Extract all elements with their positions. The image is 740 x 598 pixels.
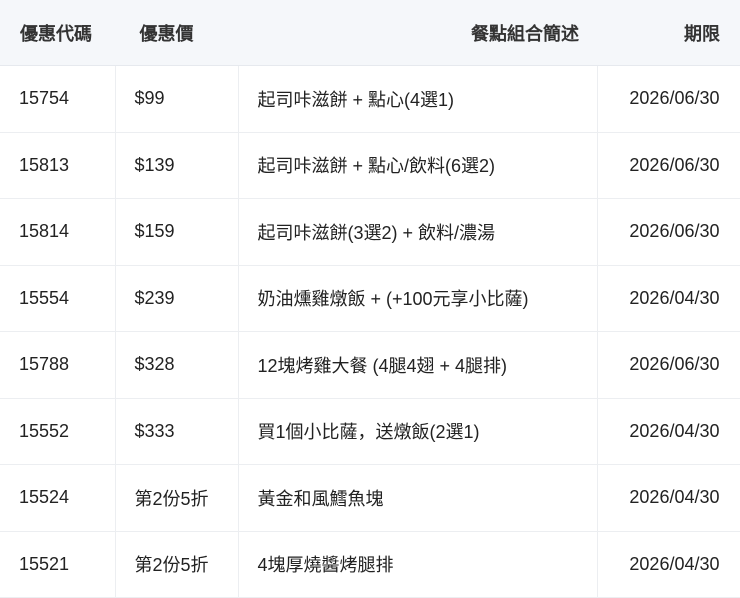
coupon-code: 15788 (0, 331, 116, 399)
coupon-code: 15552 (0, 398, 116, 465)
header-code: 優惠代碼 (0, 0, 115, 66)
expiry-date: 2026/06/30 (596, 331, 740, 399)
meal-description: 4塊厚燒醬烤腿排 (237, 531, 598, 598)
coupon-table: 優惠代碼 優惠價 餐點組合簡述 期限 15754 $99 起司咔滋餅 + 點心(4選… (0, 0, 740, 598)
coupon-code: 15524 (0, 464, 116, 532)
table-row: 15552 $333 買1個小比薩，送燉飯(2選1) 2026/04/30 (0, 398, 740, 465)
expiry-date: 2026/04/30 (596, 531, 740, 598)
coupon-code: 15813 (0, 132, 116, 199)
coupon-price: $139 (114, 132, 239, 199)
coupon-price: $99 (114, 65, 239, 133)
meal-description: 黃金和風鱈魚塊 (237, 464, 598, 532)
coupon-price: 第2份5折 (114, 531, 239, 598)
expiry-date: 2026/04/30 (596, 398, 740, 465)
meal-description: 12塊烤雞大餐 (4腿4翅 + 4腿排) (237, 331, 598, 399)
table-row: 15788 $328 12塊烤雞大餐 (4腿4翅 + 4腿排) 2026/06/30 (0, 331, 740, 399)
expiry-date: 2026/04/30 (596, 265, 740, 332)
header-row: 優惠代碼 優惠價 餐點組合簡述 期限 (0, 0, 740, 66)
coupon-code: 15814 (0, 198, 116, 266)
table-row: 15813 $139 起司咔滋餅 + 點心/飲料(6選2) 2026/06/30 (0, 132, 740, 199)
table-row: 15524 第2份5折 黃金和風鱈魚塊 2026/04/30 (0, 464, 740, 532)
coupon-price: $159 (114, 198, 239, 266)
meal-description: 奶油燻雞燉飯 + (+100元享小比薩) (237, 265, 598, 332)
meal-description: 起司咔滋餅(3選2) + 飲料/濃湯 (237, 198, 598, 266)
coupon-code: 15754 (0, 65, 116, 133)
expiry-date: 2026/06/30 (596, 198, 740, 266)
meal-description: 起司咔滋餅 + 點心(4選1) (237, 65, 598, 133)
table-row: 15754 $99 起司咔滋餅 + 點心(4選1) 2026/06/30 (0, 65, 740, 133)
meal-description: 買1個小比薩，送燉飯(2選1) (237, 398, 598, 465)
expiry-date: 2026/04/30 (596, 464, 740, 532)
coupon-code: 15521 (0, 531, 116, 598)
expiry-date: 2026/06/30 (596, 132, 740, 199)
header-expiry: 期限 (597, 0, 740, 66)
coupon-price: 第2份5折 (114, 464, 239, 532)
header-price: 優惠價 (115, 0, 238, 66)
coupon-code: 15554 (0, 265, 116, 332)
coupon-price: $239 (114, 265, 239, 332)
meal-description: 起司咔滋餅 + 點心/飲料(6選2) (237, 132, 598, 199)
expiry-date: 2026/06/30 (596, 65, 740, 133)
table-row: 15814 $159 起司咔滋餅(3選2) + 飲料/濃湯 2026/06/30 (0, 198, 740, 266)
coupon-price: $328 (114, 331, 239, 399)
header-description: 餐點組合簡述 (238, 0, 597, 66)
coupon-price: $333 (114, 398, 239, 465)
table-row: 15521 第2份5折 4塊厚燒醬烤腿排 2026/04/30 (0, 531, 740, 598)
table-row: 15554 $239 奶油燻雞燉飯 + (+100元享小比薩) 2026/04/30 (0, 265, 740, 332)
